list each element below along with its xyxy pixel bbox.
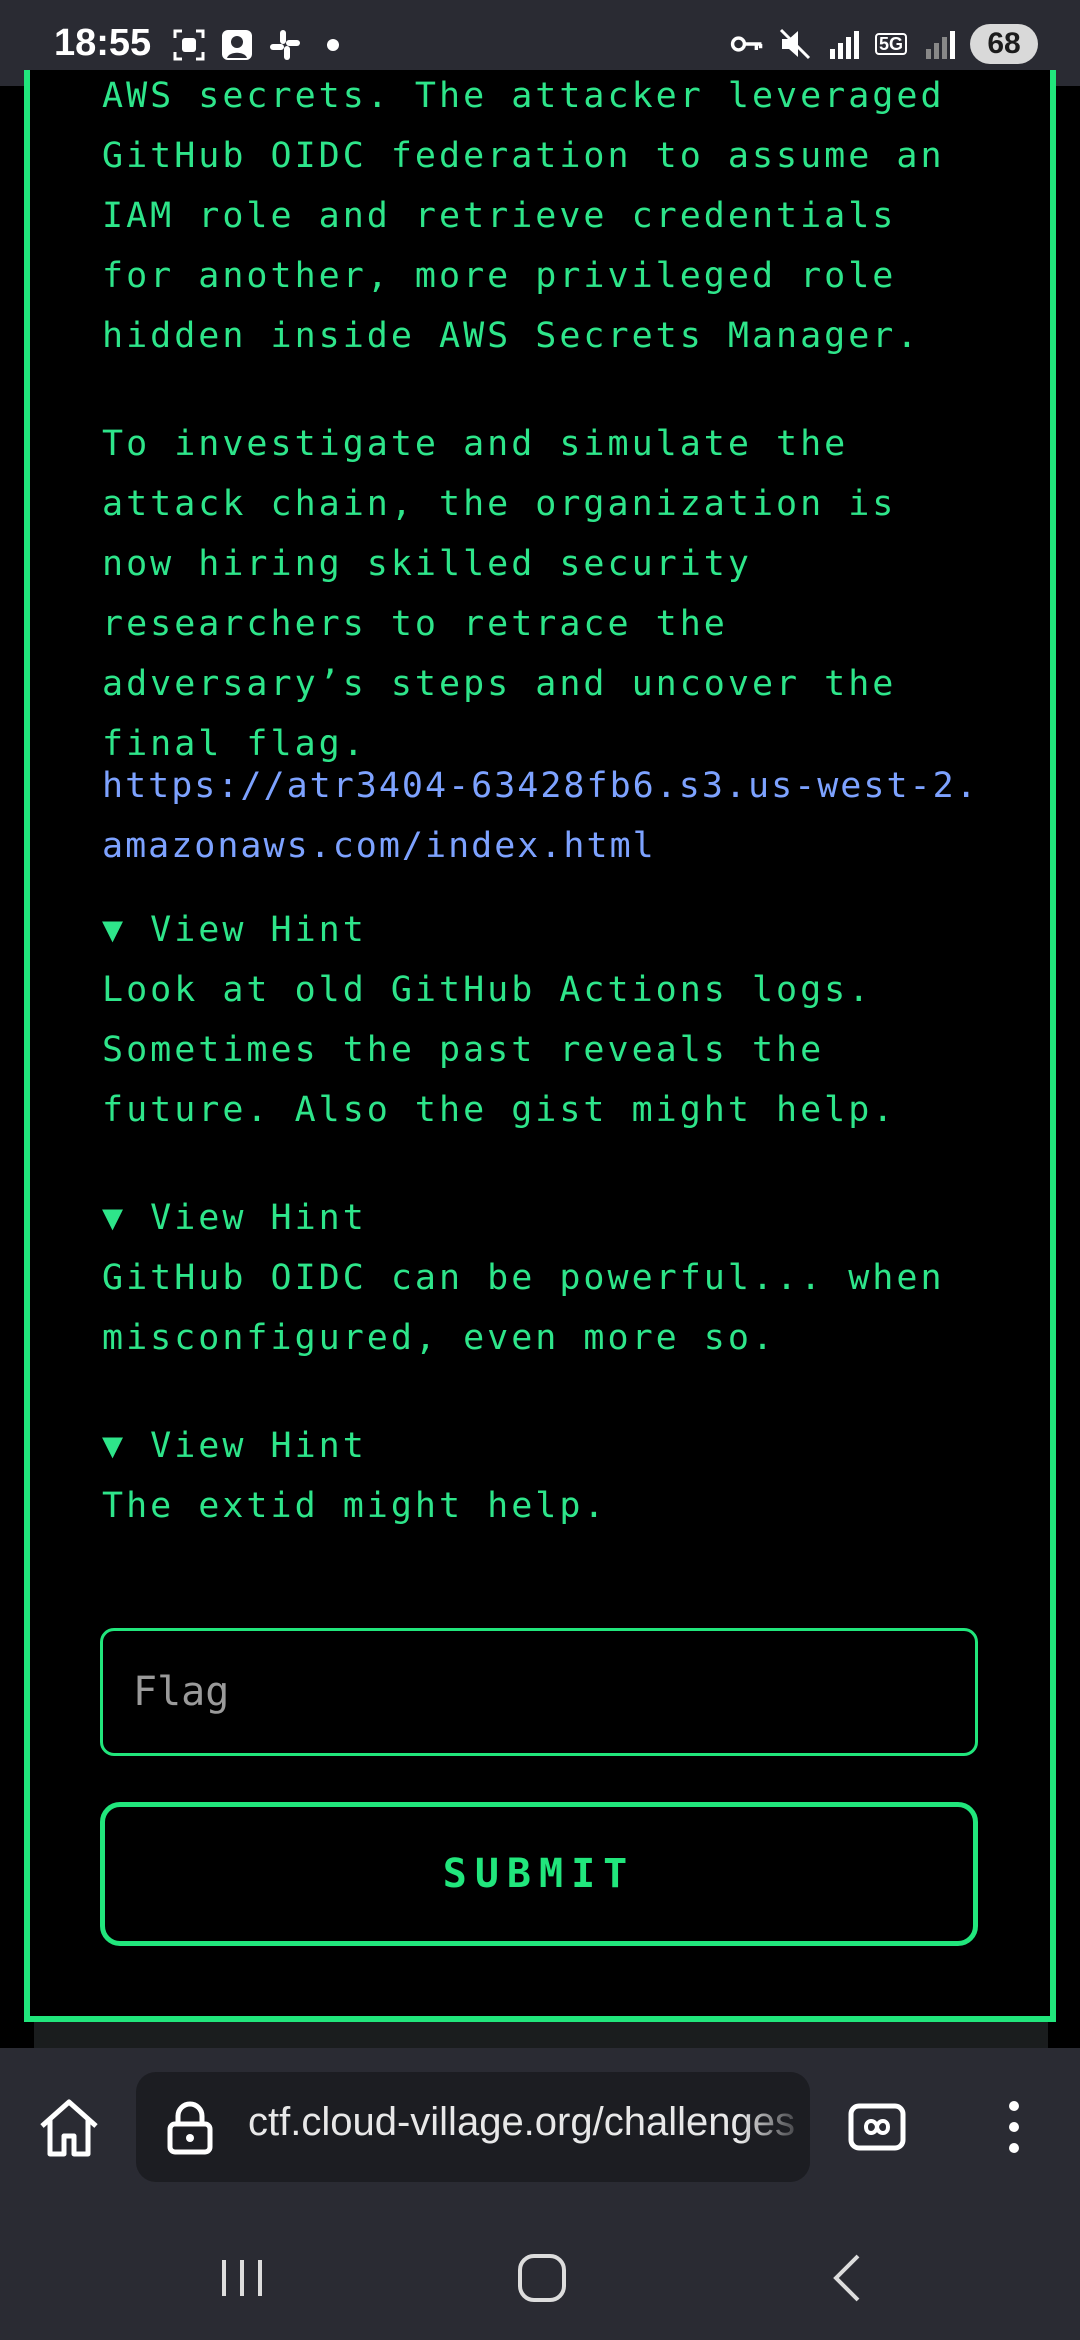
lock-icon xyxy=(164,2100,216,2156)
screenshot-icon xyxy=(172,28,206,62)
home-nav-icon xyxy=(518,2254,566,2302)
hint-text-2: GitHub OIDC can be powerful... when misc… xyxy=(102,1258,945,1358)
photo-icon xyxy=(220,28,254,62)
hint-text-1: Look at old GitHub Actions logs. Sometim… xyxy=(102,970,897,1130)
slack-icon xyxy=(268,28,302,62)
incognito-tabs-icon xyxy=(848,2103,906,2151)
hint-toggle-1[interactable]: ▼ View Hint xyxy=(102,900,982,960)
recents-icon xyxy=(222,2260,262,2296)
battery-indicator: 68 xyxy=(970,24,1038,64)
browser-toolbar: ctf.cloud-village.org/challenges xyxy=(0,2048,1080,2208)
status-icons-left xyxy=(172,28,350,62)
home-icon xyxy=(40,2099,98,2157)
vpn-key-icon xyxy=(730,27,764,61)
system-nav-bar xyxy=(0,2208,1080,2340)
status-icons-right: 5G 68 xyxy=(730,24,1038,64)
challenge-link[interactable]: https://atr3404-63428fb6.s3.us-west-2.am… xyxy=(102,756,982,876)
challenge-description-1: AWS secrets. The attacker leveraged GitH… xyxy=(102,76,945,356)
mute-icon xyxy=(778,27,812,61)
network-label: 5G xyxy=(874,33,907,55)
5g-icon: 5G xyxy=(874,27,908,61)
hint-toggle-2[interactable]: ▼ View Hint xyxy=(102,1188,982,1248)
signal-icon xyxy=(826,27,860,61)
status-time: 18:55 xyxy=(54,22,152,64)
recents-button[interactable] xyxy=(212,2248,272,2308)
submit-button[interactable]: SUBMIT xyxy=(100,1802,978,1946)
hint-toggle-3[interactable]: ▼ View Hint xyxy=(102,1416,982,1476)
home-button[interactable] xyxy=(34,2092,104,2162)
dot-icon xyxy=(316,28,350,62)
home-nav-button[interactable] xyxy=(512,2248,572,2308)
address-bar[interactable]: ctf.cloud-village.org/challenges xyxy=(136,2072,810,2182)
url-text: ctf.cloud-village.org/challenges xyxy=(248,2100,795,2144)
back-button[interactable] xyxy=(818,2248,878,2308)
back-icon xyxy=(833,2254,860,2302)
more-vert-icon xyxy=(1009,2101,1019,2153)
menu-button[interactable] xyxy=(1002,2092,1026,2162)
url-fade xyxy=(740,2072,810,2182)
flag-input[interactable] xyxy=(100,1628,978,1756)
hint-text-3: The extid might help. xyxy=(102,1486,608,1526)
challenge-description-2: To investigate and simulate the attack c… xyxy=(102,424,897,764)
tabs-button[interactable] xyxy=(848,2098,906,2156)
signal-icon xyxy=(922,27,956,61)
